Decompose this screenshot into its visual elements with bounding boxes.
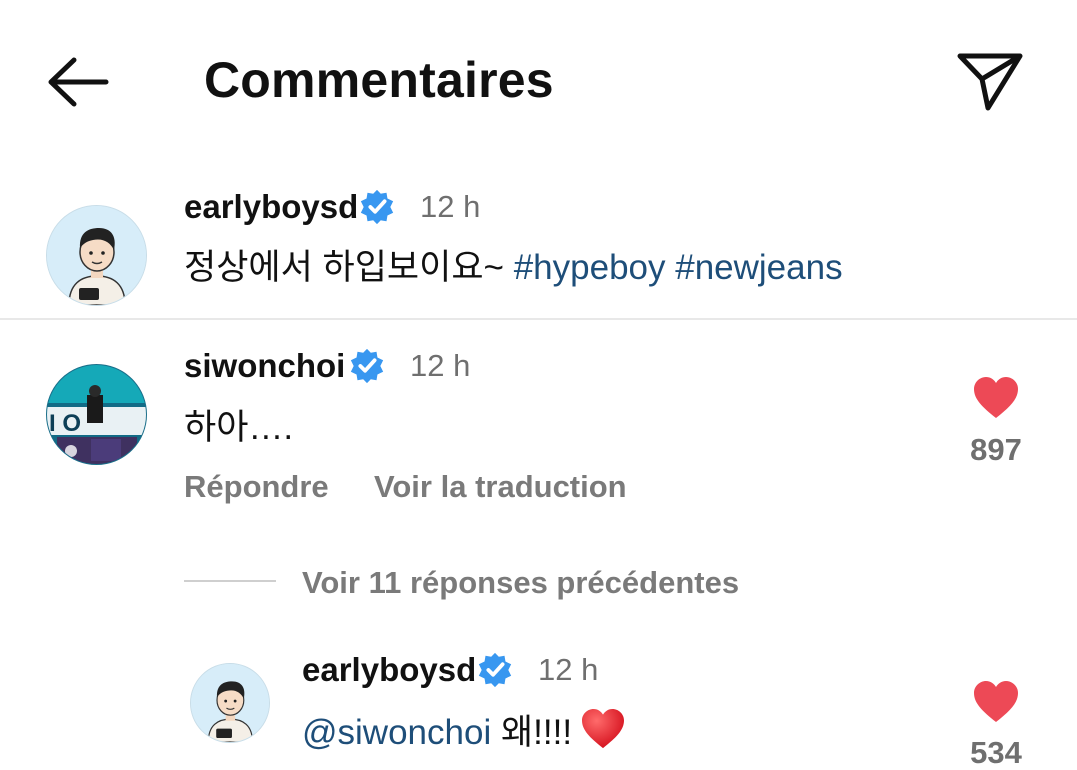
- heart-icon[interactable]: [972, 376, 1020, 420]
- reply-username[interactable]: earlyboysd: [302, 650, 476, 690]
- page-title: Commentaires: [204, 52, 554, 108]
- view-previous-replies-button[interactable]: Voir 11 réponses précédentes: [302, 563, 739, 603]
- reply-body: 왜!!!!: [491, 713, 573, 752]
- hashtag-link[interactable]: #hypeboy: [514, 248, 666, 287]
- see-translation-button[interactable]: Voir la traduction: [374, 467, 627, 507]
- comment-username[interactable]: siwonchoi: [184, 346, 345, 386]
- avatar[interactable]: [190, 663, 270, 743]
- hashtag-link[interactable]: #newjeans: [675, 248, 842, 287]
- header: Commentaires: [0, 0, 1077, 160]
- paper-plane-icon[interactable]: [952, 46, 1028, 116]
- reply-button[interactable]: Répondre: [184, 467, 329, 507]
- reply-text: @siwonchoi 왜!!!!: [302, 708, 626, 756]
- verified-badge-icon: [350, 348, 384, 384]
- stage-photo-avatar-image: I O: [47, 365, 146, 464]
- back-arrow-icon[interactable]: [40, 50, 120, 114]
- like-count: 534: [970, 735, 1022, 770]
- comment-time: 12 h: [420, 189, 481, 224]
- red-heart-emoji-icon: [582, 708, 625, 749]
- comment-username[interactable]: earlyboysd: [184, 187, 358, 227]
- cartoon-boy-avatar-image: [191, 664, 269, 742]
- comment-body: 정상에서 하입보이요~: [184, 248, 514, 287]
- reply-time: 12 h: [538, 652, 599, 687]
- svg-text:I O: I O: [49, 410, 81, 437]
- avatar[interactable]: [46, 205, 147, 306]
- comment-time: 12 h: [410, 348, 471, 383]
- like-count: 897: [970, 432, 1022, 467]
- comment-text: 정상에서 하입보이요~ #hypeboy #newjeans: [184, 245, 843, 291]
- heart-icon[interactable]: [972, 680, 1020, 724]
- cartoon-boy-avatar-image: [47, 206, 146, 305]
- comments-screen: Commentaires earlyboysd 12 h 정상에서 하입보이요~…: [0, 0, 1077, 770]
- comment-text: 하아….: [184, 408, 294, 447]
- replies-divider-line: [184, 580, 276, 582]
- verified-badge-icon: [360, 189, 394, 225]
- mention-link[interactable]: @siwonchoi: [302, 713, 491, 752]
- avatar[interactable]: I O: [46, 364, 147, 465]
- verified-badge-icon: [478, 652, 512, 688]
- divider: [0, 318, 1077, 320]
